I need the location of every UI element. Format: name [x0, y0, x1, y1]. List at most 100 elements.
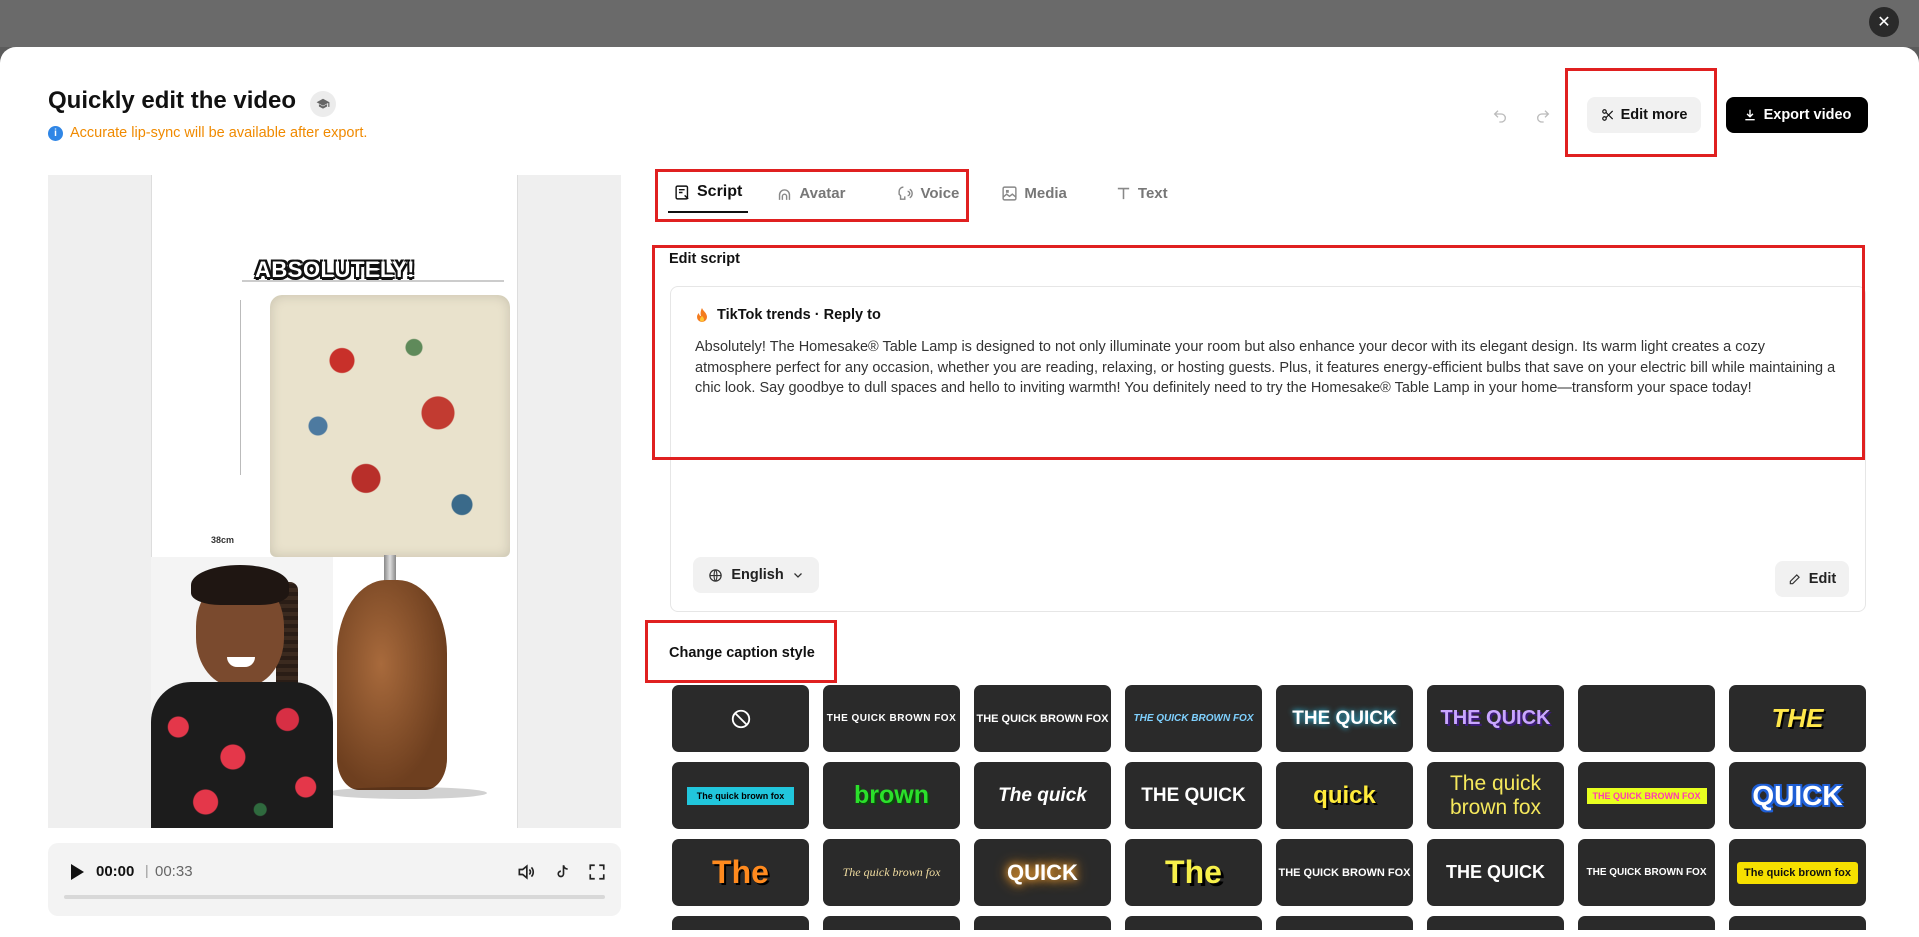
- language-label: English: [731, 567, 784, 583]
- undo-icon[interactable]: [1488, 104, 1512, 128]
- language-select[interactable]: English: [693, 557, 819, 593]
- graduation-cap-icon[interactable]: [310, 91, 336, 117]
- caption-style-option[interactable]: [1125, 916, 1262, 930]
- time-separator: |: [145, 862, 149, 878]
- caption-style-option[interactable]: THE QUICK BROWN FOX: [1125, 685, 1262, 752]
- caption-style-option[interactable]: The quick brown fox: [823, 839, 960, 906]
- caption-style-option[interactable]: [974, 916, 1111, 930]
- caption-style-option[interactable]: [1578, 916, 1715, 930]
- dimension-label: 38cm: [211, 535, 235, 545]
- caption-style-grid: THE QUICK BROWN FOX THE QUICK BROWN FOX TH…: [672, 685, 1866, 937]
- redo-icon[interactable]: [1531, 104, 1555, 128]
- caption-style-option[interactable]: [1578, 685, 1715, 752]
- tab-label: Script: [697, 183, 743, 200]
- caption-style-label: The quick brown fox: [686, 786, 795, 805]
- caption-style-option[interactable]: THE QUICK: [1125, 762, 1262, 829]
- tab-label: Media: [1024, 184, 1067, 202]
- volume-icon[interactable]: [514, 860, 538, 884]
- caption-style-option[interactable]: [672, 916, 809, 930]
- caption-style-label: quick: [1313, 781, 1376, 809]
- lamp-base: [337, 580, 447, 790]
- fire-icon: [697, 308, 707, 322]
- caption-style-option[interactable]: THE: [1729, 685, 1866, 752]
- page-title: Quickly edit the video: [48, 87, 297, 114]
- quick-edit-modal: Quickly edit the video i Accurate lip-sy…: [0, 47, 1919, 937]
- tiktok-icon[interactable]: [550, 860, 574, 884]
- caption-style-option[interactable]: The quick: [974, 762, 1111, 829]
- caption-style-label: THE QUICK BROWN FOX: [976, 712, 1109, 725]
- play-icon[interactable]: [66, 861, 88, 883]
- download-icon: [1744, 109, 1755, 121]
- edit-more-button[interactable]: Edit more: [1587, 97, 1701, 133]
- caption-style-option[interactable]: The: [1125, 839, 1262, 906]
- caption-style-option[interactable]: The quick brown fox: [1427, 762, 1564, 829]
- progress-bar[interactable]: [64, 895, 605, 899]
- caption-style-label: THE QUICK BROWN FOX: [1586, 787, 1707, 804]
- tab-voice[interactable]: Voice: [891, 173, 965, 213]
- caption-style-option[interactable]: quick: [1276, 762, 1413, 829]
- tab-text[interactable]: Text: [1109, 173, 1174, 213]
- caption-style-option[interactable]: THE QUICK BROWN FOX: [974, 685, 1111, 752]
- edit-script-button[interactable]: Edit: [1775, 561, 1849, 597]
- caption-style-option[interactable]: [823, 916, 960, 930]
- time-current: 00:00: [96, 863, 135, 880]
- avatar-presenter: [151, 557, 333, 828]
- caption-style-option[interactable]: brown: [823, 762, 960, 829]
- caption-style-label: QUICK: [1007, 859, 1078, 885]
- tab-script[interactable]: Script: [668, 173, 749, 213]
- caption-style-option[interactable]: The quick brown fox: [1729, 839, 1866, 906]
- caption-style-option[interactable]: THE QUICK: [1276, 685, 1413, 752]
- caption-style-label: The: [712, 854, 769, 890]
- caption-style-option[interactable]: The: [672, 839, 809, 906]
- caption-style-option[interactable]: [1427, 916, 1564, 930]
- tab-avatar[interactable]: Avatar: [770, 173, 851, 213]
- caption-style-option[interactable]: THE QUICK: [1427, 685, 1564, 752]
- caption-style-option[interactable]: QUICK: [1729, 762, 1866, 829]
- chevron-down-icon: [793, 573, 802, 578]
- caption-style-label: The quick brown fox: [1449, 771, 1542, 819]
- caption-style-label: The quick brown fox: [1737, 861, 1858, 884]
- tab-media[interactable]: Media: [995, 173, 1073, 213]
- caption-style-option[interactable]: QUICK: [974, 839, 1111, 906]
- time-total: 00:33: [155, 863, 193, 880]
- pencil-icon: [1789, 574, 1800, 585]
- fullscreen-icon[interactable]: [585, 860, 609, 884]
- caption-style-label: THE QUICK: [1292, 707, 1397, 729]
- video-player-controls: 00:00 | 00:33: [48, 843, 621, 916]
- caption-style-option[interactable]: [672, 685, 809, 752]
- editor-tabs: Script Avatar Voice Media Text: [668, 173, 1174, 213]
- caption-style-label: THE QUICK BROWN FOX: [1133, 713, 1254, 724]
- close-icon[interactable]: ✕: [1869, 7, 1899, 37]
- avatar-hair: [191, 565, 289, 605]
- backdrop: [0, 0, 1919, 47]
- lamp-shade: [270, 295, 510, 557]
- caption-style-option[interactable]: THE QUICK BROWN FOX: [1578, 839, 1715, 906]
- script-text[interactable]: Absolutely! The Homesake® Table Lamp is …: [695, 337, 1845, 399]
- caption-style-option[interactable]: [1729, 916, 1866, 930]
- caption-style-label: The quick brown fox: [842, 865, 941, 879]
- caption-style-label: QUICK: [1752, 779, 1843, 811]
- avatar-icon: [779, 188, 791, 200]
- tab-label: Avatar: [799, 184, 846, 202]
- lamp-shadow: [327, 787, 487, 799]
- export-video-button[interactable]: Export video: [1726, 97, 1868, 133]
- caption-style-label: THE: [1771, 703, 1824, 733]
- edit-script-heading: Edit script: [669, 251, 740, 267]
- caption-style-option[interactable]: [1276, 916, 1413, 930]
- script-editor[interactable]: TikTok trends · Reply to Absolutely! The…: [670, 286, 1866, 612]
- video-preview[interactable]: 38cm ABSOLUTELY!: [48, 175, 621, 828]
- caption-style-label: THE QUICK: [1141, 784, 1246, 806]
- trend-row: TikTok trends · Reply to: [695, 307, 881, 323]
- caption-style-label: THE QUICK: [1446, 862, 1545, 882]
- export-label: Export video: [1763, 107, 1852, 123]
- caption-style-option[interactable]: THE QUICK: [1427, 839, 1564, 906]
- edit-label: Edit: [1808, 571, 1837, 587]
- globe-icon: [709, 568, 723, 582]
- caption-style-option[interactable]: The quick brown fox: [672, 762, 809, 829]
- text-icon: [1117, 187, 1130, 199]
- caption-style-option[interactable]: THE QUICK BROWN FOX: [1578, 762, 1715, 829]
- caption-style-option[interactable]: THE QUICK BROWN FOX: [823, 685, 960, 752]
- caption-style-label: THE QUICK BROWN FOX: [1586, 867, 1707, 878]
- tab-label: Text: [1137, 184, 1168, 202]
- caption-style-option[interactable]: THE QUICK BROWN FOX: [1276, 839, 1413, 906]
